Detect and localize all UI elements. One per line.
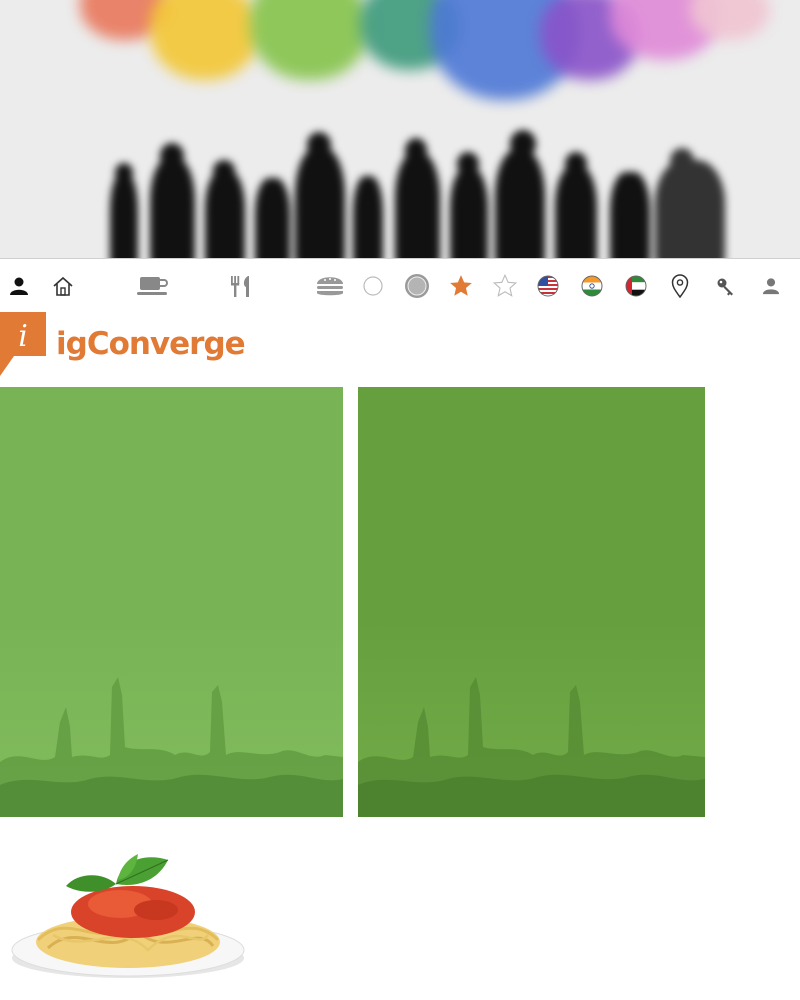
- promo-card-1[interactable]: [0, 387, 343, 817]
- star-filled-icon[interactable]: [444, 259, 478, 313]
- burger-icon[interactable]: [312, 259, 348, 313]
- coffee-cup-icon[interactable]: [132, 259, 172, 313]
- us-flag-icon[interactable]: [532, 259, 564, 313]
- user-black-icon[interactable]: [5, 259, 33, 313]
- concert-crowd-image: [358, 677, 705, 817]
- promo-card-2[interactable]: [358, 387, 705, 817]
- hero-banner: [0, 0, 800, 258]
- concert-crowd-image: [0, 677, 343, 817]
- uae-flag-icon[interactable]: [620, 259, 652, 313]
- fork-knife-icon[interactable]: [224, 259, 258, 313]
- india-flag-icon[interactable]: [576, 259, 608, 313]
- icon-toolbar: [0, 258, 800, 313]
- logo-speech-bubble-icon: i: [0, 312, 46, 376]
- spaghetti-plate-image[interactable]: [8, 840, 248, 980]
- user-gray-icon[interactable]: [756, 259, 786, 313]
- star-outline-icon[interactable]: [488, 259, 522, 313]
- location-pin-icon[interactable]: [664, 259, 696, 313]
- circle-filled-icon[interactable]: [400, 259, 434, 313]
- people-silhouettes: [95, 118, 745, 258]
- home-icon[interactable]: [48, 259, 78, 313]
- key-icon[interactable]: [710, 259, 742, 313]
- brand-logo[interactable]: i igConverge: [0, 312, 246, 378]
- circle-outline-icon[interactable]: [358, 259, 388, 313]
- brand-name: igConverge: [56, 326, 246, 362]
- logo-initial: i: [18, 319, 28, 354]
